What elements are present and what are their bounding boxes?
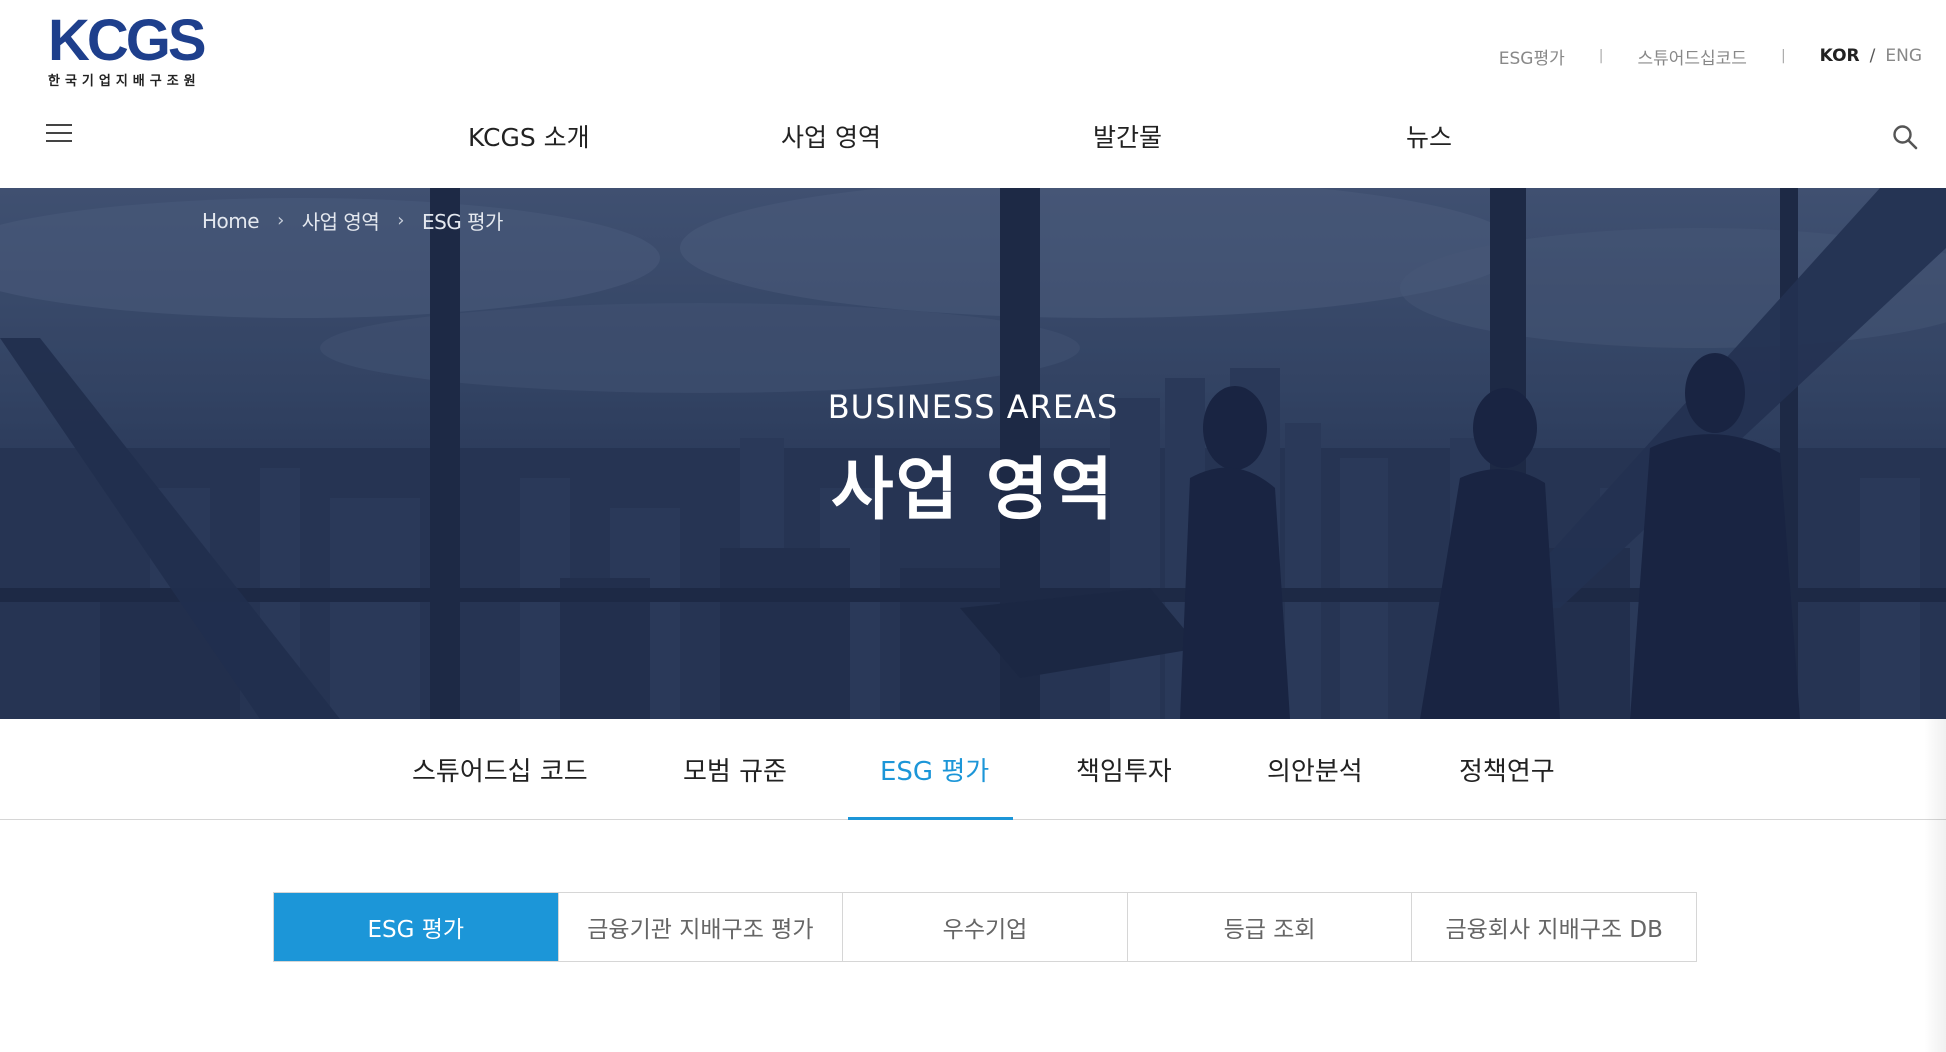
chevron-right-icon: › bbox=[277, 210, 284, 231]
search-icon[interactable] bbox=[1892, 124, 1918, 150]
breadcrumb: Home › 사업 영역 › ESG 평가 bbox=[202, 206, 503, 235]
subnav-stewardship-code[interactable]: 스튜어드십 코드 bbox=[412, 751, 588, 788]
subnav-best-practices[interactable]: 모범 규준 bbox=[683, 751, 787, 788]
util-divider: | bbox=[1598, 48, 1604, 64]
breadcrumb-current: ESG 평가 bbox=[421, 210, 504, 234]
nav-business-areas[interactable]: 사업 영역 bbox=[781, 118, 881, 154]
hero-title-ko: 사업 영역 bbox=[831, 451, 1115, 530]
lang-divider: / bbox=[1869, 46, 1876, 66]
subnav-responsible-investment[interactable]: 책임투자 bbox=[1076, 751, 1172, 788]
site-header: KCGS 한국기업지배구조원 ESG평가 | 스튜어드십코드 | KOR / E… bbox=[0, 0, 1946, 188]
util-divider: | bbox=[1780, 48, 1786, 64]
main-nav: KCGS 소개 사업 영역 발간물 뉴스 bbox=[0, 118, 1946, 154]
logo-subtitle: 한국기업지배구조원 bbox=[48, 74, 201, 89]
util-link-stewardship[interactable]: 스튜어드십코드 bbox=[1637, 44, 1746, 69]
util-link-esg[interactable]: ESG평가 bbox=[1499, 44, 1565, 69]
nav-kcgs-intro[interactable]: KCGS 소개 bbox=[468, 118, 590, 154]
subnav-active-indicator bbox=[848, 817, 1013, 820]
sub-navigation: 스튜어드십 코드 모범 규준 ESG 평가 책임투자 의안분석 정책연구 bbox=[0, 719, 1946, 820]
kcgs-logo[interactable]: KCGS 한국기업지배구조원 bbox=[48, 8, 210, 90]
nav-news[interactable]: 뉴스 bbox=[1406, 118, 1452, 154]
tab-esg-rating[interactable]: ESG 평가 bbox=[274, 893, 558, 961]
content-tabs: ESG 평가 금융기관 지배구조 평가 우수기업 등급 조회 금융회사 지배구조… bbox=[273, 892, 1697, 962]
logo-mark: KCGS bbox=[48, 8, 207, 73]
hero-title-en: BUSINESS AREAS bbox=[827, 388, 1119, 426]
tab-excellent-companies[interactable]: 우수기업 bbox=[842, 893, 1127, 961]
hero-banner: Home › 사업 영역 › ESG 평가 BUSINESS AREAS 사업 … bbox=[0, 188, 1946, 719]
subnav-esg-rating[interactable]: ESG 평가 bbox=[880, 751, 989, 788]
lang-eng[interactable]: ENG bbox=[1885, 46, 1922, 66]
tab-rating-lookup[interactable]: 등급 조회 bbox=[1126, 893, 1412, 961]
tab-financial-governance-db[interactable]: 금융회사 지배구조 DB bbox=[1411, 893, 1696, 961]
breadcrumb-home[interactable]: Home bbox=[202, 209, 260, 233]
chevron-right-icon: › bbox=[397, 210, 404, 231]
lang-kor[interactable]: KOR bbox=[1820, 46, 1860, 66]
breadcrumb-business-areas[interactable]: 사업 영역 bbox=[302, 206, 380, 235]
utility-links: ESG평가 | 스튜어드십코드 | KOR / ENG bbox=[1499, 44, 1922, 69]
tab-financial-institution-governance[interactable]: 금융기관 지배구조 평가 bbox=[557, 893, 843, 961]
subnav-proxy-analysis[interactable]: 의안분석 bbox=[1267, 751, 1363, 788]
subnav-policy-research[interactable]: 정책연구 bbox=[1459, 751, 1555, 788]
nav-publications[interactable]: 발간물 bbox=[1093, 118, 1162, 154]
page-edge-shadow bbox=[1924, 719, 1946, 1052]
